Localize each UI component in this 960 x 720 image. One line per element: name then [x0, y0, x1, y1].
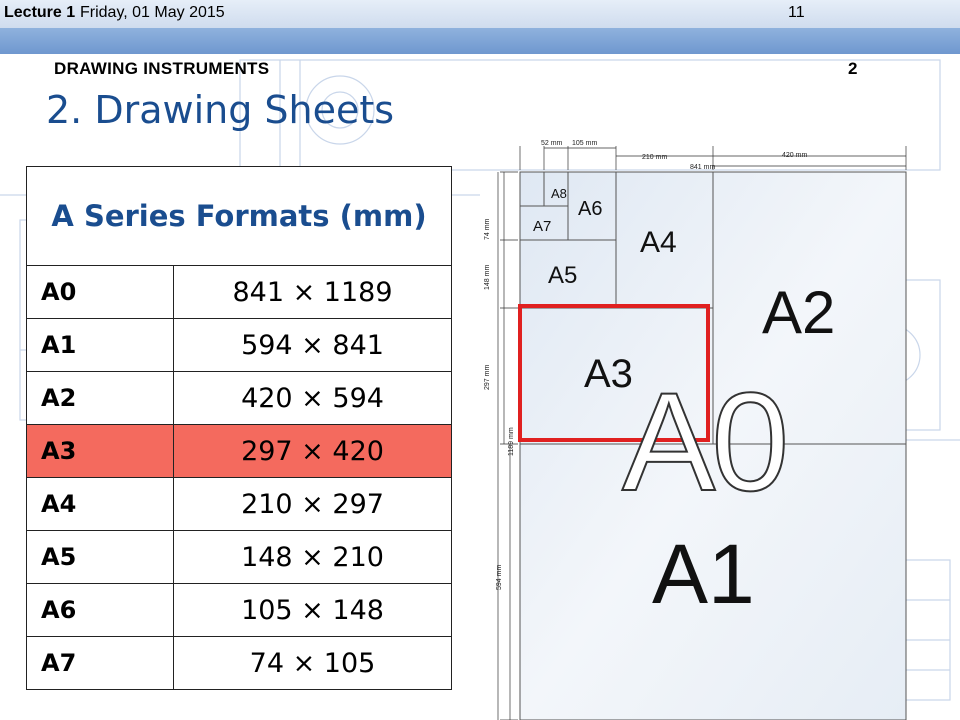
format-code: A3: [26, 424, 174, 478]
label-a2: A2: [762, 279, 836, 346]
table-row: A2 420 × 594: [26, 371, 452, 425]
format-size: 210 × 297: [173, 477, 452, 531]
label-a0: A0: [621, 363, 790, 520]
dim-105: 105 mm: [572, 140, 598, 147]
section-bar: DRAWING INSTRUMENTS 2: [0, 28, 960, 78]
table-row: A5 148 × 210: [26, 530, 452, 584]
page-number: 11: [788, 4, 805, 21]
format-size: 420 × 594: [173, 371, 452, 425]
label-a1: A1: [652, 527, 755, 621]
lecture-label: Lecture 1: [4, 4, 76, 21]
dim-594: 594 mm: [496, 564, 503, 590]
format-size: 105 × 148: [173, 583, 452, 637]
table-row-highlighted: A3 297 × 420: [26, 424, 452, 478]
slide-title: 2. Drawing Sheets: [46, 88, 395, 132]
format-code: A1: [26, 318, 174, 372]
format-code: A4: [26, 477, 174, 531]
format-size: 297 × 420: [173, 424, 452, 478]
format-size: 74 × 105: [173, 636, 452, 690]
format-code: A2: [26, 371, 174, 425]
table-row: A4 210 × 297: [26, 477, 452, 531]
label-a5: A5: [548, 262, 578, 289]
dim-74: 74 mm: [484, 218, 491, 240]
dim-420: 420 mm: [782, 152, 808, 159]
format-code: A7: [26, 636, 174, 690]
dim-841: 841 mm: [690, 164, 716, 171]
label-a7: A7: [533, 218, 552, 235]
dim-1189: 1189 mm: [508, 427, 515, 456]
header-bar: Lecture 1 Friday, 01 May 2015 11: [0, 0, 960, 28]
table-row: A1 594 × 841: [26, 318, 452, 372]
format-code: A0: [26, 265, 174, 319]
format-size: 841 × 1189: [173, 265, 452, 319]
a-series-table: A Series Formats (mm) A0 841 × 1189 A1 5…: [26, 166, 452, 690]
table-row: A7 74 × 105: [26, 636, 452, 690]
format-code: A5: [26, 530, 174, 584]
dim-210: 210 mm: [642, 154, 668, 161]
dim-148: 148 mm: [484, 264, 491, 290]
format-size: 148 × 210: [173, 530, 452, 584]
dim-297: 297 mm: [484, 364, 491, 390]
format-code: A6: [26, 583, 174, 637]
section-title: DRAWING INSTRUMENTS: [54, 59, 270, 78]
section-number: 2: [848, 59, 858, 78]
date-label: Friday, 01 May 2015: [80, 4, 225, 21]
table-row: A0 841 × 1189: [26, 265, 452, 319]
label-a4: A4: [640, 226, 677, 259]
dim-52: 52 mm: [541, 140, 563, 147]
label-a8: A8: [551, 186, 567, 201]
table-row: A6 105 × 148: [26, 583, 452, 637]
label-a6: A6: [578, 198, 603, 220]
table-heading: A Series Formats (mm): [26, 166, 452, 266]
format-size: 594 × 841: [173, 318, 452, 372]
